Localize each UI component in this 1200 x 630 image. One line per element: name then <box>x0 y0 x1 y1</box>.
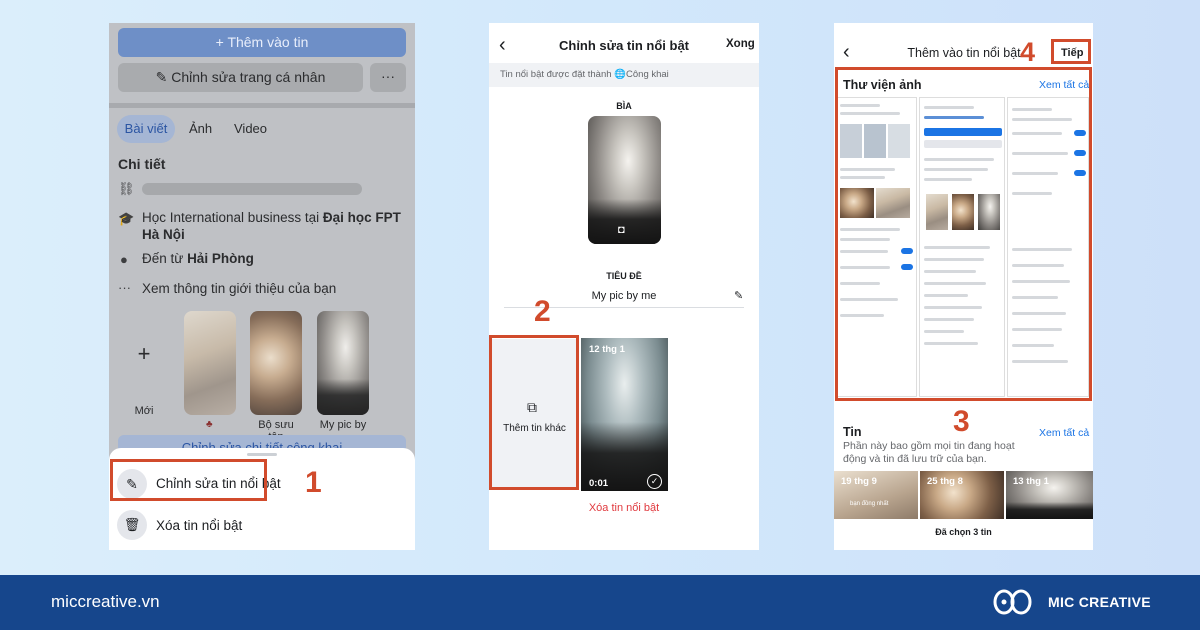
cover-label: BÌA <box>616 101 632 111</box>
details-title: Chi tiết <box>118 156 166 172</box>
camera-icon[interactable]: ◘ <box>618 224 625 236</box>
selected-count: Đã chọn 3 tin <box>935 527 992 537</box>
highlight-box-next <box>1051 39 1091 64</box>
stories-title: Tin <box>843 425 862 439</box>
globe-icon: 🌐 <box>614 69 627 80</box>
tab-videos[interactable]: Video <box>234 115 267 143</box>
trash-icon: 🗑 <box>117 510 147 540</box>
divider <box>109 103 415 108</box>
highlight-thumb-3[interactable] <box>317 311 369 415</box>
privacy-bar[interactable]: Tin nổi bật được đặt thành 🌐Công khai <box>489 63 759 87</box>
story-item-1[interactable]: 19 thg 9 bạn đồng nhất <box>834 471 918 519</box>
link-icon: ⛓ <box>118 181 135 196</box>
website-link[interactable]: miccreative.vn <box>51 592 160 612</box>
more-button[interactable]: ··· <box>370 63 406 92</box>
check-icon[interactable]: ✓ <box>647 474 662 489</box>
highlight-box-2 <box>489 335 579 490</box>
delete-highlight-button[interactable]: Xóa tin nổi bật <box>489 502 759 514</box>
title-label: TIÊU ĐỀ <box>606 271 642 281</box>
brand-name: MIC CREATIVE <box>1048 594 1151 610</box>
brand-logo-icon <box>992 587 1036 617</box>
plus-icon: + <box>215 34 228 50</box>
location-icon: ● <box>120 252 128 267</box>
more-dots-icon: ··· <box>118 280 131 295</box>
page-title: Thêm vào tin nổi bật <box>907 46 1021 60</box>
highlight-label-1: ♣ <box>206 419 213 430</box>
highlight-thumb-2[interactable] <box>250 311 302 415</box>
highlight-thumb-1[interactable] <box>184 311 236 415</box>
story-date: 12 thg 1 <box>589 344 625 355</box>
stories-description: Phần này bao gồm mọi tin đang hoạt động … <box>843 440 1015 465</box>
edit-title-icon[interactable]: ✎ <box>734 289 743 302</box>
story-thumb[interactable]: 12 thg 1 0:01 ✓ <box>581 338 668 491</box>
back-chevron-icon[interactable]: ‹ <box>843 41 850 64</box>
step-number-2: 2 <box>534 295 551 328</box>
education-icon: 🎓 <box>118 211 135 226</box>
tab-photos[interactable]: Ảnh <box>189 115 212 143</box>
blurred-link <box>142 183 362 195</box>
tab-posts[interactable]: Bài viết <box>117 115 175 143</box>
title-input[interactable]: My pic by me <box>489 290 759 302</box>
hometown-text: Đến từ Hải Phòng <box>142 251 254 266</box>
see-intro-link[interactable]: Xem thông tin giới thiệu của bạn <box>142 281 336 296</box>
story-item-3[interactable]: 13 thg 1 <box>1006 471 1093 519</box>
highlight-box-gallery <box>835 67 1092 401</box>
new-highlight-button[interactable]: + Mới <box>127 341 161 417</box>
step-number-1: 1 <box>305 466 322 499</box>
page-title: Chỉnh sửa tin nổi bật <box>558 38 690 53</box>
step-number-3: 3 <box>953 405 970 438</box>
step-number-4: 4 <box>1020 37 1036 67</box>
sheet-item-delete-highlight[interactable]: 🗑 Xóa tin nổi bật <box>117 510 407 544</box>
edit-profile-button[interactable]: ✎ Chỉnh sửa trang cá nhân <box>118 63 363 92</box>
story-item-2[interactable]: 25 thg 8 <box>920 471 1004 519</box>
stories-see-all-link[interactable]: Xem tất cả <box>1039 427 1089 439</box>
footer-bar: miccreative.vn MIC CREATIVE <box>0 575 1200 630</box>
story-duration: 0:01 <box>589 478 609 489</box>
add-story-button[interactable]: + Thêm vào tin <box>118 28 406 57</box>
done-button[interactable]: Xong <box>726 38 755 50</box>
plus-icon: + <box>137 341 151 366</box>
sheet-handle <box>247 453 277 456</box>
highlight-box-1 <box>110 459 267 501</box>
education-text: Học International business tại Đại học F… <box>142 210 401 242</box>
cover-image[interactable]: ◘ <box>588 116 661 244</box>
pencil-icon: ✎ <box>155 69 172 85</box>
